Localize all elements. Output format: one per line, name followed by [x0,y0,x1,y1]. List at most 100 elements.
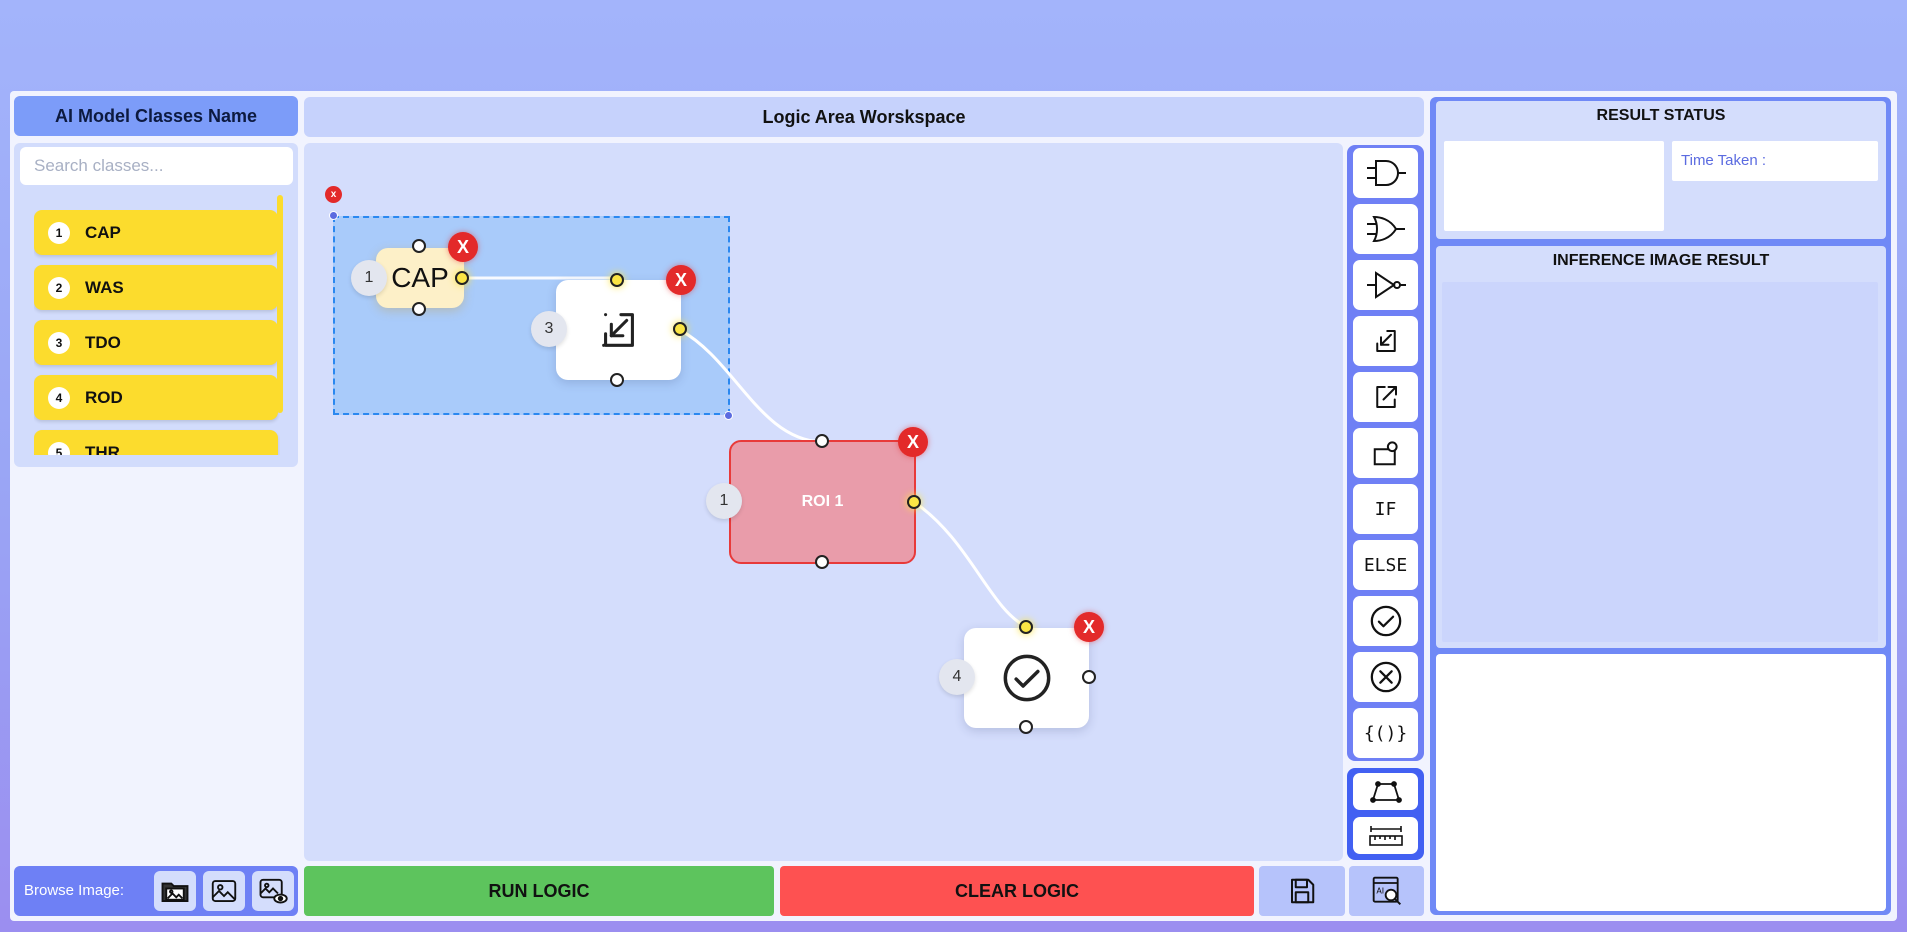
output-tool[interactable] [1353,372,1418,422]
check-circle-icon [1370,605,1401,637]
image-icon [211,880,237,902]
run-logic-button[interactable]: RUN LOGIC [304,866,774,916]
inference-image-area [1442,282,1878,642]
class-number: 2 [48,276,70,299]
roi-node[interactable]: ROI 1 [729,440,916,564]
class-item-rod[interactable]: 4 ROD [34,375,278,420]
time-taken-label: Time Taken : [1681,152,1767,169]
input-node-port-right[interactable] [673,322,687,336]
arrow-in-box-icon [601,313,634,347]
classes-panel: 1 CAP 2 WAS 3 TDO 4 ROD 5 THR [14,143,298,467]
result-status-title: RESULT STATUS [1596,107,1726,124]
ai-inspect-button[interactable]: AI [1349,866,1424,916]
class-label: TDO [85,332,121,352]
roi-shape-icon [1369,780,1402,803]
cap-node-port-top[interactable] [412,239,426,253]
inference-result-title: INFERENCE IMAGE RESULT [1552,252,1770,269]
image-folder-icon [161,882,189,902]
search-input[interactable] [20,147,293,185]
class-number: 5 [48,441,70,455]
class-item-thr[interactable]: 5 THR [34,430,278,455]
roi-node-port-top[interactable] [815,434,829,448]
cap-node-port-right[interactable] [455,271,469,285]
check-node-port-right[interactable] [1082,670,1096,684]
x-tool[interactable] [1353,652,1418,702]
input-tool[interactable] [1353,316,1418,366]
cap-node-label: CAP [391,262,449,293]
image-preview-icon [259,878,288,904]
object-lock-tool[interactable] [1353,428,1418,478]
input-node-delete-button[interactable]: X [666,265,696,295]
check-node-port-bottom[interactable] [1019,720,1033,734]
roi-node-port-right[interactable] [907,495,921,509]
class-label: ROD [85,387,123,407]
output-icon [1375,386,1397,408]
logic-toolbox: IF ELSE {()} [1347,145,1424,761]
and-gate-icon [1366,160,1406,186]
braces-tool[interactable]: {()} [1353,708,1418,758]
cap-node-port-bottom[interactable] [412,302,426,316]
ai-search-icon: AI [1372,876,1401,905]
class-item-was[interactable]: 2 WAS [34,265,278,310]
and-gate-tool[interactable] [1353,148,1418,198]
roi-node-port-bottom[interactable] [815,555,829,569]
svg-text:AI: AI [1376,887,1384,896]
ruler-tool[interactable] [1353,817,1418,854]
class-item-cap[interactable]: 1 CAP [34,210,278,255]
class-label: THR [85,442,120,456]
x-circle-icon [1370,661,1401,693]
time-taken-box: Time Taken : [1672,141,1878,181]
else-label: ELSE [1363,554,1408,576]
roi-node-delete-button[interactable]: X [898,427,928,457]
input-icon [1375,330,1396,352]
preview-image-button[interactable] [252,871,294,911]
class-list: 1 CAP 2 WAS 3 TDO 4 ROD 5 THR [34,210,280,455]
roi-shape-tool[interactable] [1353,773,1418,810]
workspace-title: Logic Area Worskspace [304,97,1424,137]
class-label: CAP [85,222,121,242]
input-node-port-bottom[interactable] [610,373,624,387]
inference-result-box: INFERENCE IMAGE RESULT [1436,246,1886,648]
ruler-icon [1368,825,1403,846]
clear-logic-button[interactable]: CLEAR LOGIC [780,866,1254,916]
selection-handle[interactable] [329,211,338,220]
else-tool[interactable]: ELSE [1353,540,1418,590]
class-number: 4 [48,386,70,409]
check-tool[interactable] [1353,596,1418,646]
check-node-number: 4 [939,659,975,695]
browse-folder-button[interactable] [154,871,196,911]
browse-image-button[interactable] [203,871,245,911]
not-gate-tool[interactable] [1353,260,1418,310]
or-gate-icon [1366,215,1405,243]
or-gate-tool[interactable] [1353,204,1418,254]
check-node-port-top[interactable] [1019,620,1033,634]
selection-handle[interactable] [724,411,733,420]
cap-node[interactable]: CAP [376,248,464,308]
result-status-output [1444,141,1664,231]
check-circle-icon [1003,654,1050,702]
class-item-tdo[interactable]: 3 TDO [34,320,278,365]
cap-node-number: 1 [351,260,387,296]
measure-toolbox [1347,768,1424,860]
selection-close-button[interactable]: x [325,186,342,203]
class-number: 3 [48,331,70,354]
if-tool[interactable]: IF [1353,484,1418,534]
save-icon [1291,878,1315,904]
browse-image-label: Browse Image: [24,882,125,899]
classes-panel-title: AI Model Classes Name [14,96,298,136]
class-label: WAS [85,277,124,297]
result-detail-box [1436,654,1886,911]
class-list-scrollbar[interactable] [277,195,283,413]
not-gate-icon [1366,271,1406,299]
check-node-delete-button[interactable]: X [1074,612,1104,642]
braces-label: {()} [1363,722,1408,744]
if-label: IF [1374,498,1397,520]
result-status-box: RESULT STATUS Time Taken : [1436,101,1886,239]
cap-node-delete-button[interactable]: X [448,232,478,262]
check-node[interactable] [964,628,1089,728]
class-number: 1 [48,221,70,244]
input-node-port-top[interactable] [610,273,624,287]
object-lock-icon [1373,441,1398,466]
input-node[interactable] [556,280,681,380]
save-button[interactable] [1259,866,1345,916]
